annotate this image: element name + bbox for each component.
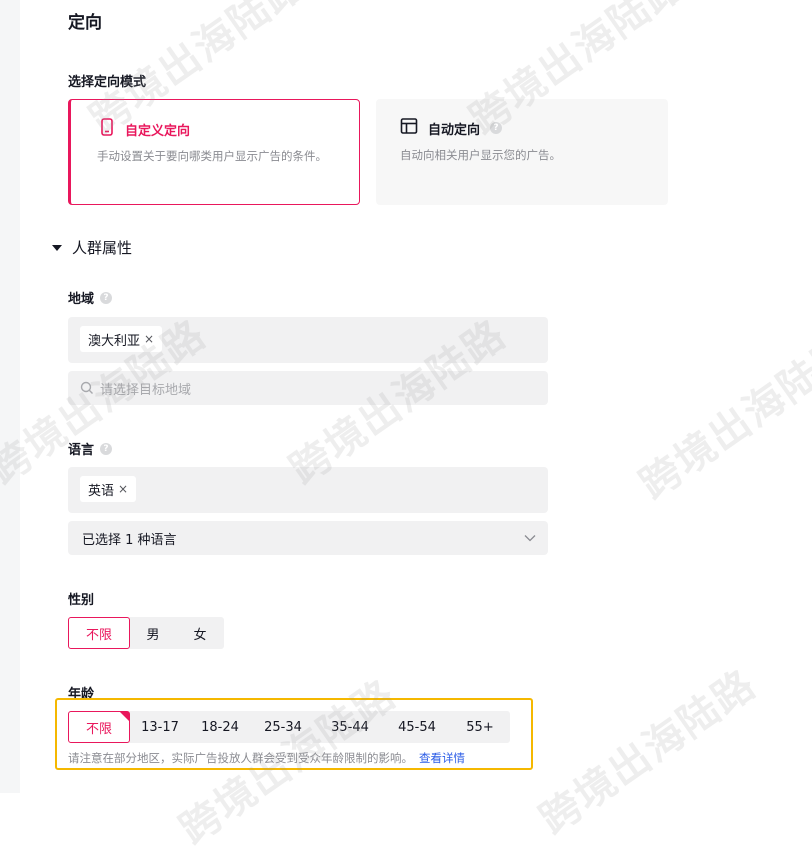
selected-corner-icon: [120, 712, 129, 721]
left-gutter: [0, 0, 20, 793]
remove-tag-icon[interactable]: ×: [144, 332, 154, 346]
remove-tag-icon[interactable]: ×: [118, 482, 128, 496]
region-search-input[interactable]: 请选择目标地域: [68, 371, 548, 405]
age-note-text: 请注意在部分地区，实际广告投放人群会受到受众年龄限制的影响。: [68, 751, 413, 765]
auto-targeting-desc: 自动向相关用户显示您的广告。: [400, 148, 561, 162]
gender-label: 性别: [68, 593, 95, 608]
help-icon[interactable]: ?: [100, 291, 113, 304]
age-option-25-34[interactable]: 25-34: [250, 711, 316, 743]
gender-option-female[interactable]: 女: [176, 617, 224, 649]
language-tag-box: 英语 ×: [68, 467, 548, 513]
chevron-down-icon: [524, 534, 536, 542]
language-tag: 英语 ×: [80, 476, 137, 502]
age-option-any[interactable]: 不限: [68, 711, 130, 743]
mode-label: 选择定向模式: [68, 75, 147, 90]
custom-targeting-desc: 手动设置关于要向哪类用户显示广告的条件。: [97, 149, 327, 163]
gender-option-any[interactable]: 不限: [68, 617, 130, 649]
mobile-icon: [99, 118, 115, 140]
layout-icon: [400, 117, 418, 139]
age-option-18-24[interactable]: 18-24: [190, 711, 250, 743]
help-icon[interactable]: ?: [490, 122, 503, 134]
view-details-link[interactable]: 查看详情: [419, 751, 465, 765]
watermark: 跨境出海陆路: [631, 326, 812, 509]
age-option-45-54[interactable]: 45-54: [384, 711, 450, 743]
region-tag: 澳大利亚 ×: [80, 326, 163, 352]
auto-targeting-title: 自动定向: [428, 122, 481, 138]
custom-targeting-card[interactable]: 自定义定向 手动设置关于要向哪类用户显示广告的条件。: [68, 99, 360, 205]
language-label-text: 语言: [68, 443, 95, 458]
section-title: 定向: [68, 13, 102, 33]
language-tag-label: 英语: [88, 483, 115, 499]
audience-group-title: 人群属性: [72, 239, 133, 257]
gender-segmented: 不限 男 女: [68, 617, 224, 649]
age-option-55-plus[interactable]: 55+: [450, 711, 510, 743]
age-option-13-17[interactable]: 13-17: [130, 711, 190, 743]
region-search-placeholder: 请选择目标地域: [100, 382, 192, 398]
auto-targeting-card[interactable]: 自动定向 ? 自动向相关用户显示您的广告。: [376, 99, 668, 205]
gender-option-male[interactable]: 男: [130, 617, 176, 649]
caret-down-icon: [52, 244, 62, 251]
age-option-any-label: 不限: [85, 721, 112, 737]
region-tag-box: 澳大利亚 ×: [68, 317, 548, 363]
age-segmented: 不限 13-17 18-24 25-34 35-44 45-54 55+: [68, 711, 510, 743]
language-select[interactable]: 已选择 1 种语言: [68, 521, 548, 555]
region-label-text: 地域: [68, 292, 95, 307]
age-note: 请注意在部分地区，实际广告投放人群会受到受众年龄限制的影响。 查看详情: [68, 750, 465, 766]
age-option-35-44[interactable]: 35-44: [316, 711, 384, 743]
region-tag-label: 澳大利亚: [88, 333, 141, 349]
audience-group-toggle[interactable]: 人群属性: [52, 237, 132, 258]
language-label: 语言 ?: [68, 439, 113, 458]
help-icon[interactable]: ?: [100, 442, 113, 455]
language-select-value: 已选择 1 种语言: [82, 532, 177, 548]
custom-targeting-title: 自定义定向: [125, 123, 191, 139]
watermark: 跨境出海陆路: [531, 661, 765, 844]
region-label: 地域 ?: [68, 288, 113, 307]
search-icon: [80, 381, 94, 395]
